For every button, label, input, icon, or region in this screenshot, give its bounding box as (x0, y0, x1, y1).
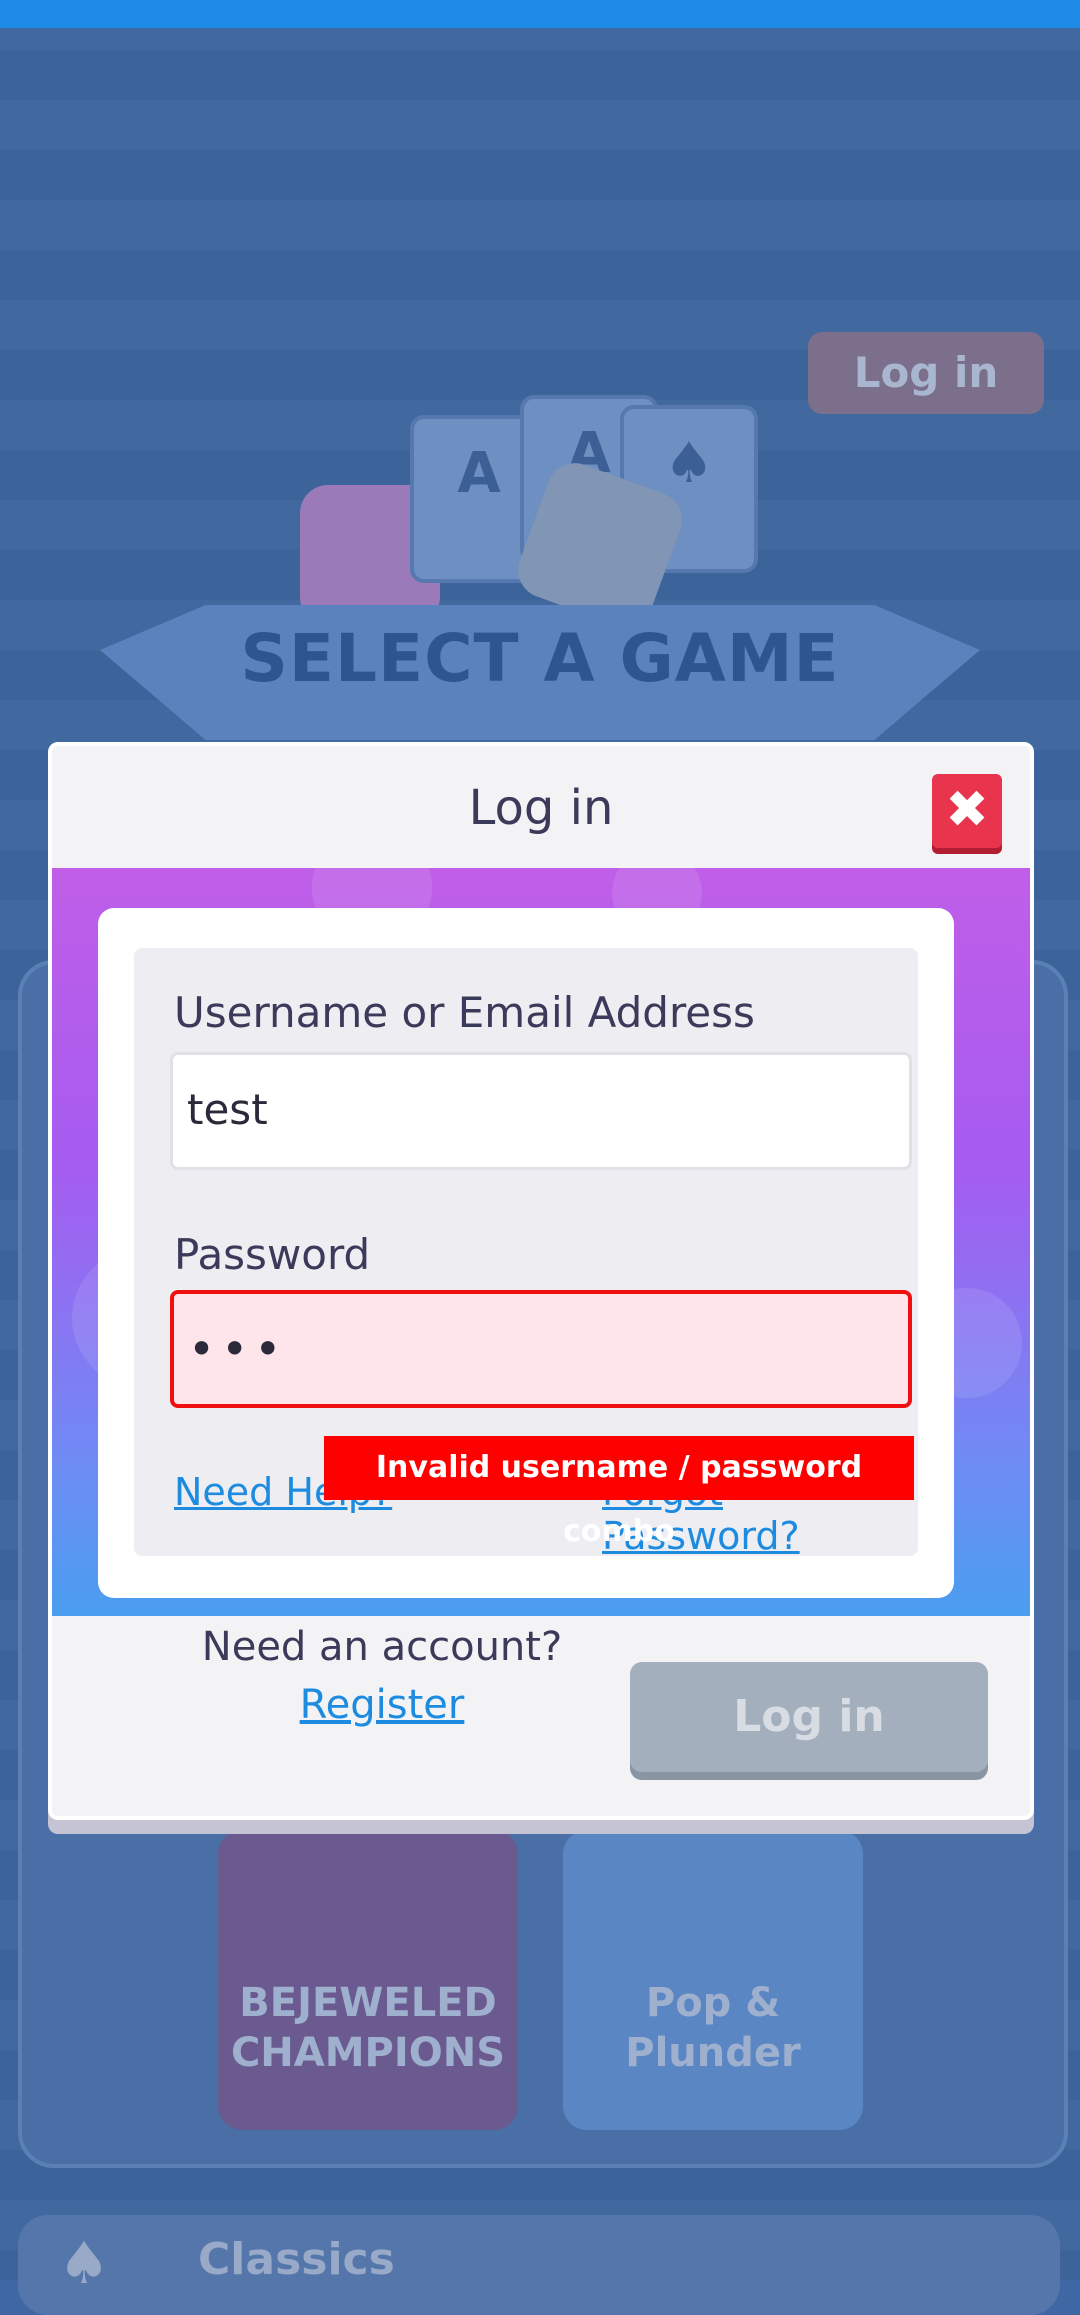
password-input[interactable]: ••• (170, 1290, 912, 1408)
game-tile-pop-plunder: Pop & Plunder (563, 1830, 863, 2130)
game-title-line1: Pop & (645, 1980, 781, 2026)
login-form: Username or Email Address test Password … (134, 948, 918, 1558)
cards-icon: ♠ (58, 2229, 110, 2297)
password-label: Password (174, 1230, 371, 1279)
game-title-line2: CHAMPIONS (230, 2030, 506, 2076)
login-button[interactable]: Log in (630, 1662, 988, 1772)
username-label: Username or Email Address (174, 988, 755, 1037)
close-icon: ✖ (945, 780, 989, 840)
classics-section-header: ♠ Classics (18, 2215, 1060, 2315)
error-tooltip: Invalid username / password combo (324, 1436, 914, 1549)
select-game-title: SELECT A GAME (240, 620, 840, 697)
classics-label: Classics (198, 2234, 395, 2285)
game-tile-bejeweled: BEJEWELED CHAMPIONS (218, 1830, 518, 2130)
hero-cards-illustration: A A ♠ (290, 395, 810, 635)
form-background: Username or Email Address test Password … (52, 828, 1030, 1616)
close-button[interactable]: ✖ (932, 774, 1002, 848)
header-login-button: Log in (808, 332, 1044, 414)
username-input[interactable]: test (170, 1052, 912, 1170)
need-account-text: Need an account? (201, 1624, 563, 1670)
login-modal: Log in ✖ Username or Email Address test … (48, 742, 1034, 1820)
game-title-line2: Plunder (625, 2030, 801, 2076)
game-title-line1: BEJEWELED (239, 1980, 497, 2026)
login-form-card: Username or Email Address test Password … (98, 908, 954, 1598)
status-bar (0, 0, 1080, 28)
register-link[interactable]: Register (182, 1682, 582, 1728)
modal-title: Log in (468, 780, 614, 836)
